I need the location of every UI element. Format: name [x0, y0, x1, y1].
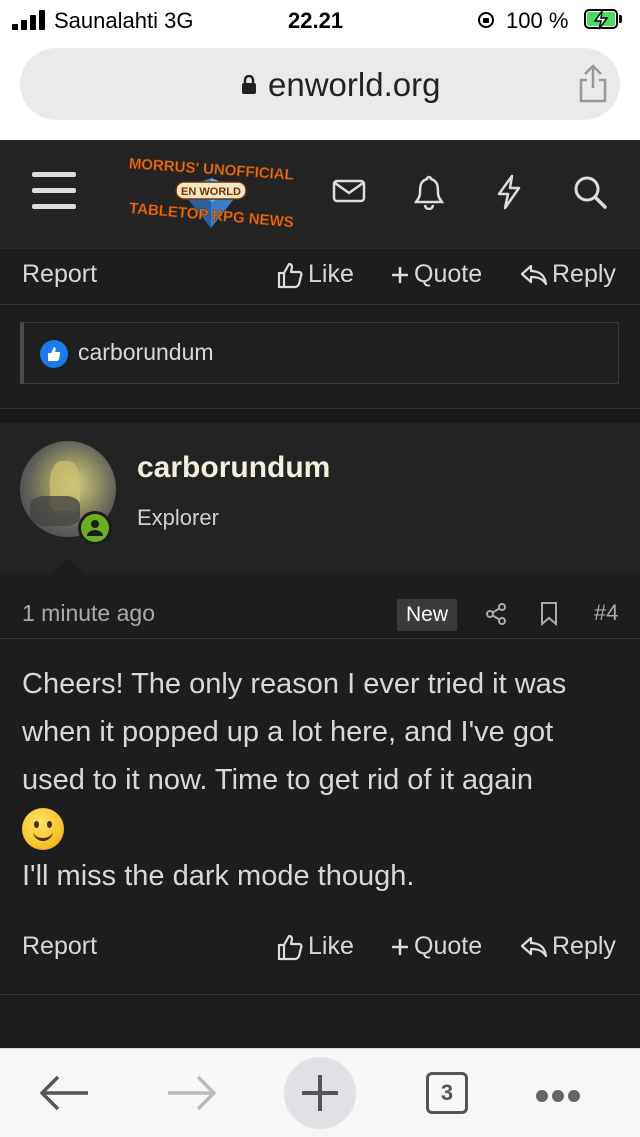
tabs-button[interactable]: 3: [426, 1072, 468, 1114]
site-header: MORRUS' UNOFFICIAL EN WORLD TABLETOP RPG…: [0, 140, 640, 249]
back-arrow-icon[interactable]: [38, 1073, 90, 1113]
reply-icon: [520, 936, 548, 957]
reply-label: Reply: [552, 932, 616, 960]
smile-emoji-icon: [22, 808, 64, 851]
carrier-label: Saunalahti 3G: [54, 8, 194, 33]
post-body: Cheers! The only reason I ever tried it …: [22, 660, 622, 900]
orientation-lock-icon: [478, 12, 494, 28]
report-link[interactable]: Report: [22, 260, 97, 289]
site-logo[interactable]: MORRUS' UNOFFICIAL EN WORLD TABLETOP RPG…: [118, 156, 304, 236]
author-caret: [50, 558, 86, 576]
browser-toolbar: 3: [0, 1048, 640, 1137]
previous-post-actions: Report Like Quote Reply: [0, 248, 640, 304]
like-button[interactable]: Like: [276, 260, 354, 289]
url-text: enworld.org: [268, 66, 441, 103]
share-icon[interactable]: [484, 602, 508, 626]
post-username[interactable]: carborundum: [137, 451, 330, 485]
plus-icon: [392, 938, 408, 955]
post-meta: 1 minute ago New #4: [0, 590, 640, 638]
search-icon[interactable]: [572, 174, 608, 210]
reaction-username[interactable]: carborundum: [78, 339, 214, 366]
user-title: Explorer: [137, 505, 219, 530]
divider: [0, 638, 640, 639]
post-author: carborundum Explorer: [0, 423, 640, 575]
quote-label: Quote: [414, 260, 483, 288]
divider: [0, 304, 640, 305]
lightning-icon[interactable]: [494, 174, 524, 210]
menu-icon[interactable]: [32, 172, 76, 210]
reply-icon: [520, 264, 548, 285]
divider: [0, 994, 640, 995]
quote-label: Quote: [414, 932, 483, 960]
address-bar[interactable]: enworld.org: [20, 48, 620, 120]
report-link[interactable]: Report: [22, 932, 97, 961]
plus-icon: [302, 1075, 338, 1111]
post-timestamp[interactable]: 1 minute ago: [22, 600, 155, 627]
reactions-bar[interactable]: carborundum: [20, 322, 619, 384]
online-status-icon: [78, 511, 112, 545]
battery-percent: 100 %: [506, 8, 569, 33]
forward-arrow-icon[interactable]: [166, 1073, 218, 1113]
quote-button[interactable]: Quote: [390, 932, 482, 961]
quote-button[interactable]: Quote: [390, 260, 482, 289]
reply-button[interactable]: Reply: [520, 932, 616, 961]
post-separator: [0, 408, 640, 424]
new-tab-button[interactable]: [284, 1057, 356, 1129]
lock-icon: [242, 75, 256, 94]
browser-address-area: enworld.org: [0, 42, 640, 140]
like-button[interactable]: Like: [276, 932, 354, 961]
bell-icon[interactable]: [412, 174, 446, 210]
like-reaction-icon: [40, 340, 68, 368]
signal-strength-icon: [12, 10, 48, 30]
reply-label: Reply: [552, 260, 616, 288]
new-badge: New: [397, 599, 457, 631]
mail-icon[interactable]: [332, 174, 366, 208]
battery-charging-icon: [584, 9, 624, 31]
more-options-icon[interactable]: [536, 1089, 584, 1107]
post-number[interactable]: #4: [594, 600, 618, 626]
post-text: I'll miss the dark mode though.: [22, 860, 415, 892]
status-time: 22.21: [288, 8, 344, 33]
post-actions: Report Like Quote Reply: [0, 920, 640, 976]
status-bar: Saunalahti 3G 22.21 100 %: [0, 0, 640, 42]
like-label: Like: [308, 932, 354, 960]
like-label: Like: [308, 260, 354, 288]
thumbs-up-icon: [277, 934, 303, 960]
svg-text:EN WORLD: EN WORLD: [181, 186, 241, 198]
reply-button[interactable]: Reply: [520, 260, 616, 289]
bookmark-icon[interactable]: [540, 601, 558, 627]
plus-icon: [392, 266, 408, 283]
share-icon[interactable]: [576, 64, 610, 104]
post-text: Cheers! The only reason I ever tried it …: [22, 668, 567, 796]
thumbs-up-icon: [277, 262, 303, 288]
